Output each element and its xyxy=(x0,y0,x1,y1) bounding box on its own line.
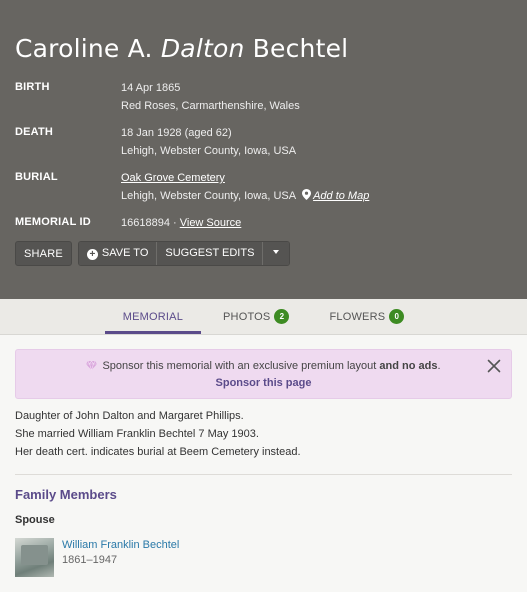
bio-line: Her death cert. indicates burial at Beem… xyxy=(15,446,301,458)
family-members-heading: Family Members xyxy=(15,487,117,502)
divider xyxy=(15,474,512,475)
maiden-name: Dalton xyxy=(160,34,245,63)
spouse-photo[interactable] xyxy=(15,538,54,577)
sponsor-text-end: . xyxy=(437,360,441,372)
sponsor-page-link[interactable]: Sponsor this page xyxy=(16,377,511,389)
view-source-link[interactable]: View Source xyxy=(180,217,242,229)
tab-photos-label: PHOTOS xyxy=(223,310,271,323)
memorial-content: Sponsor this memorial with an exclusive … xyxy=(0,335,527,577)
first-name: Caroline A. xyxy=(15,34,153,63)
burial-label: BURIAL xyxy=(15,171,58,183)
vital-facts: BIRTH 14 Apr 1865 Red Roses, Carmarthens… xyxy=(15,79,512,232)
more-options-button[interactable] xyxy=(263,242,290,265)
tab-memorial-label: MEMORIAL xyxy=(122,310,184,323)
birth-date: 14 Apr 1865 xyxy=(121,82,181,94)
share-button[interactable]: SHARE xyxy=(15,241,72,266)
spouse-card[interactable]: William Franklin Bechtel 1861–1947 xyxy=(15,538,512,577)
bio-line: She married William Franklin Bechtel 7 M… xyxy=(15,428,259,440)
birth-place: Red Roses, Carmarthenshire, Wales xyxy=(121,100,300,112)
add-to-map-link[interactable]: Add to Map xyxy=(313,190,369,202)
cemetery-link[interactable]: Oak Grove Cemetery xyxy=(121,172,225,184)
close-icon[interactable] xyxy=(487,359,501,373)
spouse-name-link[interactable]: William Franklin Bechtel xyxy=(62,538,179,553)
chevron-down-icon xyxy=(273,250,280,254)
last-name: Bechtel xyxy=(252,34,349,63)
save-suggest-group: + SAVE TO SUGGEST EDITS xyxy=(77,241,291,266)
action-buttons: SHARE + SAVE TO SUGGEST EDITS xyxy=(15,241,512,266)
photos-count-badge: 2 xyxy=(274,309,290,324)
headstone-image xyxy=(21,545,48,565)
bio-line: Daughter of John Dalton and Margaret Phi… xyxy=(15,410,244,422)
sponsor-banner: Sponsor this memorial with an exclusive … xyxy=(15,349,512,399)
death-date: 18 Jan 1928 (aged 62) xyxy=(121,127,232,139)
map-pin-icon xyxy=(302,189,312,200)
tab-flowers-label: FLOWERS xyxy=(329,310,386,323)
save-to-button[interactable]: + SAVE TO xyxy=(78,242,158,265)
burial-row: BURIAL Oak Grove Cemetery Lehigh, Webste… xyxy=(15,169,512,205)
sponsor-text-bold: and no ads xyxy=(379,360,438,372)
diamond-icon xyxy=(86,361,98,370)
birth-row: BIRTH 14 Apr 1865 Red Roses, Carmarthens… xyxy=(15,79,512,115)
tab-flowers[interactable]: FLOWERS 0 xyxy=(311,299,422,334)
memorial-id-label: MEMORIAL ID xyxy=(15,216,91,228)
spouse-dates: 1861–1947 xyxy=(62,554,118,566)
memorial-tabs: MEMORIAL PHOTOS 2 FLOWERS 0 xyxy=(0,299,527,335)
death-place: Lehigh, Webster County, Iowa, USA xyxy=(121,145,297,157)
spouse-heading: Spouse xyxy=(15,514,55,526)
memorial-id-row: MEMORIAL ID 16618894 · View Source xyxy=(15,214,512,232)
flowers-count-badge: 0 xyxy=(389,309,405,324)
sponsor-text-main: Sponsor this memorial with an exclusive … xyxy=(102,360,380,372)
memorial-name: Caroline A. Dalton Bechtel xyxy=(15,34,512,70)
tab-photos[interactable]: PHOTOS 2 xyxy=(205,299,307,334)
birth-label: BIRTH xyxy=(15,81,50,93)
suggest-edits-button[interactable]: SUGGEST EDITS xyxy=(157,242,264,265)
tab-memorial[interactable]: MEMORIAL xyxy=(104,299,202,334)
death-row: DEATH 18 Jan 1928 (aged 62) Lehigh, Webs… xyxy=(15,124,512,160)
save-to-label: SAVE TO xyxy=(101,247,149,259)
memorial-header: Caroline A. Dalton Bechtel BIRTH 14 Apr … xyxy=(0,0,527,299)
separator: · xyxy=(169,217,180,229)
memorial-id-value: 16618894 xyxy=(121,217,170,229)
sponsor-text: Sponsor this memorial with an exclusive … xyxy=(16,360,511,372)
plus-circle-icon: + xyxy=(86,249,98,260)
bio-text: Daughter of John Dalton and Margaret Phi… xyxy=(15,407,512,461)
death-label: DEATH xyxy=(15,126,54,138)
burial-place: Lehigh, Webster County, Iowa, USA xyxy=(121,190,297,202)
